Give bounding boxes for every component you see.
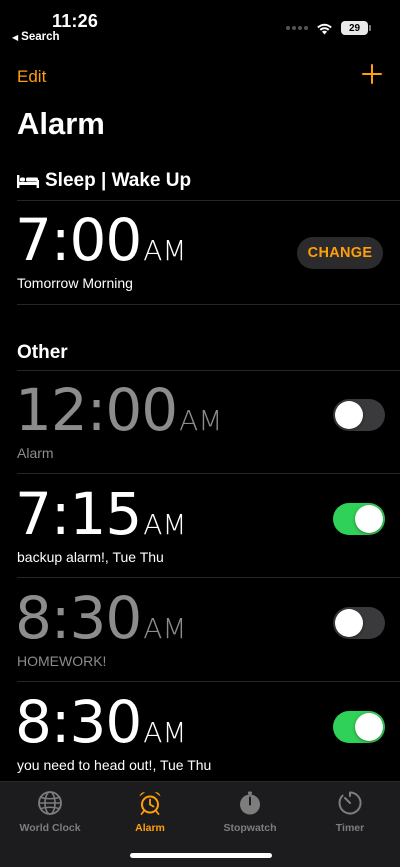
divider <box>17 304 400 305</box>
divider <box>17 200 400 201</box>
tab-label: Stopwatch <box>223 822 277 834</box>
other-section-header: Other <box>17 342 68 363</box>
toggle-knob <box>335 401 363 429</box>
alarm-time-ampm: AM <box>179 404 223 437</box>
bed-icon <box>17 175 39 188</box>
toggle-knob <box>355 505 383 533</box>
tab-alarm[interactable]: Alarm <box>100 790 200 834</box>
alarm-label: you need to head out!, Tue Thu <box>17 757 212 773</box>
alarm-time-ampm: AM <box>143 716 187 749</box>
alarm-toggle[interactable] <box>333 607 385 639</box>
alarm-time-digits: 7:00 <box>15 206 142 274</box>
divider <box>17 681 400 682</box>
edit-button[interactable]: Edit <box>17 67 46 87</box>
toggle-knob <box>355 713 383 741</box>
sleep-alarm-time[interactable]: 7:00 AM <box>15 206 187 274</box>
alarm-time-digits: 8:30 <box>15 688 142 756</box>
sleep-alarm-label: Tomorrow Morning <box>17 275 133 291</box>
battery-level: 29 <box>348 22 361 34</box>
back-arrow-icon: ◀ <box>12 32 19 42</box>
tab-stopwatch[interactable]: Stopwatch <box>200 790 300 834</box>
stopwatch-icon <box>240 791 260 815</box>
toggle-knob <box>335 609 363 637</box>
cellular-signal-icon <box>286 26 308 30</box>
alarm-toggle[interactable] <box>333 399 385 431</box>
alarm-time: 7:15 AM <box>15 480 187 548</box>
alarm-label: backup alarm!, Tue Thu <box>17 549 164 565</box>
status-time: 11:26 <box>52 11 99 31</box>
back-label: Search <box>21 31 60 43</box>
alarm-time: 8:30 AM <box>15 584 187 652</box>
tab-timer[interactable]: Timer <box>300 790 400 834</box>
alarm-time-ampm: AM <box>143 508 187 541</box>
alarm-label: Alarm <box>17 445 54 461</box>
change-sleep-button[interactable]: CHANGE <box>297 237 383 269</box>
alarm-time-ampm: AM <box>143 234 187 267</box>
status-bar: 11:26 ◀ Search 29 <box>0 0 400 48</box>
globe-icon <box>38 791 62 815</box>
status-indicators: 29 <box>286 21 371 35</box>
tab-label: Timer <box>335 822 365 834</box>
alarm-label: HOMEWORK! <box>17 653 107 669</box>
tab-label: World Clock <box>19 822 81 834</box>
sleep-section-header: Sleep | Wake Up <box>17 170 191 192</box>
divider <box>17 370 400 371</box>
alarm-time: 12:00 AM <box>15 376 222 444</box>
divider <box>17 577 400 578</box>
alarm-time-digits: 7:15 <box>15 480 142 548</box>
alarm-time-ampm: AM <box>143 612 187 645</box>
battery-icon: 29 <box>341 21 371 35</box>
tab-label: Alarm <box>135 822 165 834</box>
timer-icon <box>338 791 362 815</box>
alarm-toggle[interactable] <box>333 503 385 535</box>
home-indicator[interactable] <box>130 853 272 858</box>
back-to-search-link[interactable]: ◀ Search <box>12 31 60 43</box>
sleep-section-title: Sleep | Wake Up <box>45 170 192 191</box>
add-alarm-button[interactable] <box>362 64 382 84</box>
tab-world-clock[interactable]: World Clock <box>0 790 100 834</box>
wifi-icon <box>317 23 332 34</box>
alarm-time-digits: 8:30 <box>15 584 142 652</box>
alarm-toggle[interactable] <box>333 711 385 743</box>
alarm-time: 8:30 AM <box>15 688 187 756</box>
alarm-time-digits: 12:00 <box>15 376 178 444</box>
alarm-clock-icon <box>139 792 161 815</box>
page-title: Alarm <box>17 106 105 141</box>
divider <box>17 473 400 474</box>
